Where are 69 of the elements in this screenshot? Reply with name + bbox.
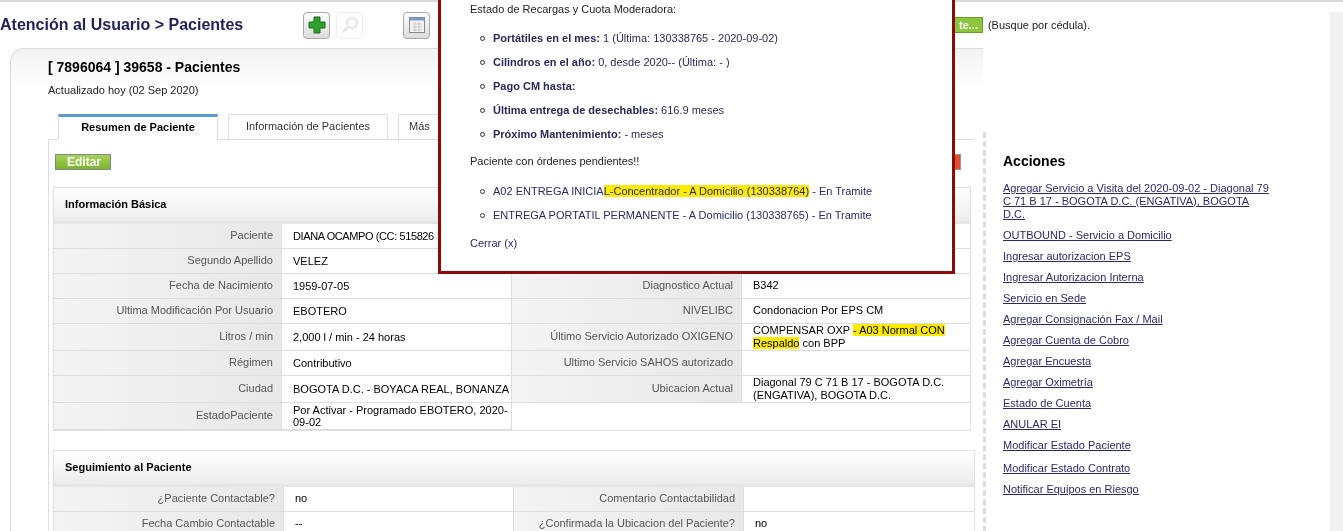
field-value: EBOTERO bbox=[293, 304, 347, 317]
field-value: Condonacion Por EPS CM bbox=[753, 304, 884, 317]
updated-label: Actualizado hoy (02 Sep 2020) bbox=[48, 83, 199, 98]
field-value: -- bbox=[295, 516, 303, 531]
action-link[interactable]: Agregar Consignación Fax / Mail bbox=[1003, 313, 1163, 326]
field-label: ¿Paciente Contactable? bbox=[54, 486, 284, 511]
action-link[interactable]: OUTBOUND - Servicio a Domicilio bbox=[1003, 229, 1172, 242]
field-label: Comentario Contactabilidad bbox=[514, 486, 744, 511]
pending-order: ENTREGA PORTATIL PERMANENTE - A Domicilio (130338765) - En Tramite bbox=[493, 207, 872, 223]
close-link[interactable]: Cerrar (x) bbox=[470, 235, 518, 252]
page-title: Atención al Usuario > Pacientes bbox=[0, 15, 245, 35]
field-label: Ultimo Servicio SAHOS autorizado bbox=[512, 350, 742, 375]
record-title: [ 7896064 ] 39658 - Pacientes bbox=[48, 58, 241, 77]
field-label: EstadoPaciente bbox=[54, 402, 282, 429]
field-value: DIANA OCAMPO (CC: 515826 bbox=[293, 229, 434, 242]
action-link[interactable]: Agregar Oximetría bbox=[1003, 376, 1093, 389]
action-link[interactable]: Ingresar Autorizacion Interna bbox=[1003, 271, 1144, 284]
status-item: Última entrega de desechables: 616.9 meses bbox=[493, 103, 725, 119]
calendar-button[interactable] bbox=[403, 11, 430, 39]
action-link[interactable]: Agregar Cuenta de Cobro bbox=[1003, 334, 1129, 347]
field-label: Fecha de Nacimiento bbox=[54, 273, 282, 298]
field-label: Fecha Cambio Contactable bbox=[54, 511, 284, 531]
field-label: Segundo Apellido bbox=[54, 248, 282, 273]
action-link[interactable]: Agregar Encuesta bbox=[1003, 355, 1092, 368]
field-value: VELEZ bbox=[293, 254, 328, 267]
status-item: Cilindros en el año: 0, desde 2020-- (Última: - ) bbox=[493, 55, 730, 71]
field-label: Ciudad bbox=[54, 375, 282, 402]
field-label: Ultima Modificación Por Usuario bbox=[54, 298, 282, 323]
field-value: Por Activar - Programado EBOTERO, 2020-09-02 bbox=[293, 403, 509, 428]
tab[interactable]: Resumen de Paciente bbox=[58, 113, 218, 140]
search-icon bbox=[340, 16, 359, 34]
action-link[interactable]: Servicio en Sede bbox=[1003, 292, 1087, 305]
field-label: Ubicacion Actual bbox=[512, 375, 742, 402]
field-label: NIVELIBC bbox=[512, 298, 742, 323]
action-link[interactable]: Modificar Estado Paciente bbox=[1003, 439, 1131, 452]
field-value: 1959-07-05 bbox=[293, 279, 350, 292]
field-value: Diagonal 79 C 71 B 17 - BOGOTA D.C. (ENGATIVA), BOGOTA D.C. bbox=[753, 375, 946, 402]
field-label: Régimen bbox=[54, 350, 282, 375]
field-value: B342 bbox=[753, 279, 779, 292]
status-item: Portátiles en el mes: 1 (Última: 130338765 - 2020-09-02) bbox=[493, 31, 778, 47]
popup-heading: Estado de Recargas y Cuota Moderadora: bbox=[470, 2, 678, 17]
actions-title: Acciones bbox=[1003, 152, 1067, 171]
tab[interactable]: Información de Pacientes bbox=[228, 113, 388, 140]
action-link[interactable]: Agregar Servicio a Visita del 2020-09-02 - Diagonal 79 C 71 B 17 - BOGOTA D.C. (ENGATIVA), BOGOTA D.C. bbox=[1003, 182, 1273, 221]
action-link[interactable]: Estado de Cuenta bbox=[1003, 397, 1092, 410]
field-value: Contributivo bbox=[293, 356, 352, 369]
search-hint: (Busque por cédula). bbox=[987, 17, 1091, 33]
field-label: Litros / min bbox=[54, 323, 282, 350]
field-label: Último Servicio Autorizado OXIGENO bbox=[512, 323, 742, 350]
status-item: Próximo Mantenimiento: - meses bbox=[493, 127, 664, 143]
action-link[interactable]: ANULAR EI bbox=[1003, 418, 1062, 431]
field-label: Diagnostico Actual bbox=[512, 273, 742, 298]
action-link[interactable]: Modificar Estado Contrato bbox=[1003, 462, 1131, 475]
status-item: Pago CM hasta: bbox=[493, 79, 576, 95]
panel-title: Seguimiento al Paciente bbox=[65, 459, 192, 475]
action-link[interactable]: Ingresar autorizacion EPS bbox=[1003, 250, 1131, 263]
field-value: no bbox=[755, 516, 768, 531]
add-icon bbox=[307, 16, 326, 34]
field-value: no bbox=[295, 491, 308, 507]
action-link[interactable]: Notificar Equipos en Riesgo bbox=[1003, 483, 1139, 496]
field-label: ¿Confirmada la Ubicacion del Paciente? bbox=[514, 511, 744, 531]
field-value: BOGOTA D.C. - BOYACA REAL, BONANZA bbox=[293, 382, 509, 395]
field-label: Paciente bbox=[54, 223, 282, 248]
pending-title: Paciente con órdenes pendientes!! bbox=[470, 153, 640, 169]
calendar-icon bbox=[407, 16, 426, 34]
field-value: 2,000 l / min - 24 horas bbox=[293, 330, 406, 343]
field-value: COMPENSAR OXP - A03 Normal CON Respaldo con BPP bbox=[753, 323, 946, 350]
panel-title: Información Básica bbox=[65, 196, 167, 212]
add-button[interactable] bbox=[303, 11, 330, 39]
